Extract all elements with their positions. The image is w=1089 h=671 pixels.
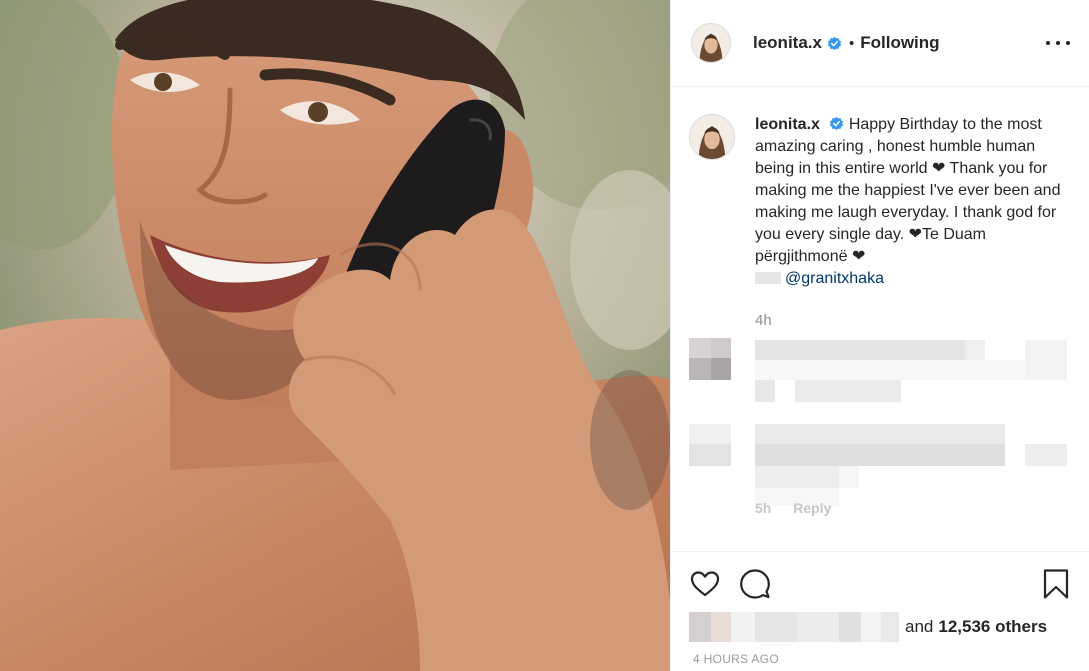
instagram-post: leonita.x • Following leonita.x Happy Bi… xyxy=(0,0,1089,671)
caption-time: 4h xyxy=(755,312,772,329)
blurred-liker-names xyxy=(689,612,899,642)
blurred-comment xyxy=(689,424,1069,509)
comment-bubble-icon[interactable] xyxy=(739,568,771,600)
comment-meta: 5h Reply xyxy=(755,500,849,516)
avatar-image xyxy=(690,115,734,159)
comments-section[interactable]: leonita.x Happy Birthday to the most ama… xyxy=(671,88,1089,550)
heart-icon[interactable] xyxy=(689,568,721,600)
blurred-text xyxy=(755,272,781,284)
more-options-icon[interactable] xyxy=(1046,33,1070,53)
post-header: leonita.x • Following xyxy=(671,0,1089,87)
post-timestamp[interactable]: 4 HOURS AGO xyxy=(693,652,779,666)
caption-avatar[interactable] xyxy=(689,114,735,160)
bookmark-icon[interactable] xyxy=(1040,568,1072,600)
comment-time: 5h xyxy=(755,500,772,516)
caption-mention[interactable]: @granitxhaka xyxy=(785,270,884,287)
verified-badge-icon xyxy=(830,116,844,131)
caption: leonita.x Happy Birthday to the most ama… xyxy=(689,114,1075,290)
post-photo[interactable] xyxy=(0,0,670,671)
post-actions: and 12,536 others 4 HOURS AGO xyxy=(671,551,1089,671)
caption-username[interactable]: leonita.x xyxy=(755,116,820,133)
caption-text-block: leonita.x Happy Birthday to the most ama… xyxy=(755,114,1075,290)
blurred-comment xyxy=(689,338,1069,408)
likes-count[interactable]: 12,536 others xyxy=(938,617,1047,637)
photo-image xyxy=(0,0,670,671)
likes-and: and xyxy=(905,617,934,636)
header-username[interactable]: leonita.x xyxy=(753,33,822,53)
caption-body: Happy Birthday to the most amazing carin… xyxy=(755,116,1061,265)
likes-summary: and 12,536 others xyxy=(689,612,1047,642)
following-button[interactable]: Following xyxy=(860,33,939,53)
header-separator: • xyxy=(848,34,855,52)
verified-badge-icon xyxy=(827,36,842,50)
post-side-panel: leonita.x • Following leonita.x Happy Bi… xyxy=(670,0,1089,671)
avatar[interactable] xyxy=(691,23,731,63)
avatar-image xyxy=(692,24,730,62)
reply-button[interactable]: Reply xyxy=(793,500,831,516)
